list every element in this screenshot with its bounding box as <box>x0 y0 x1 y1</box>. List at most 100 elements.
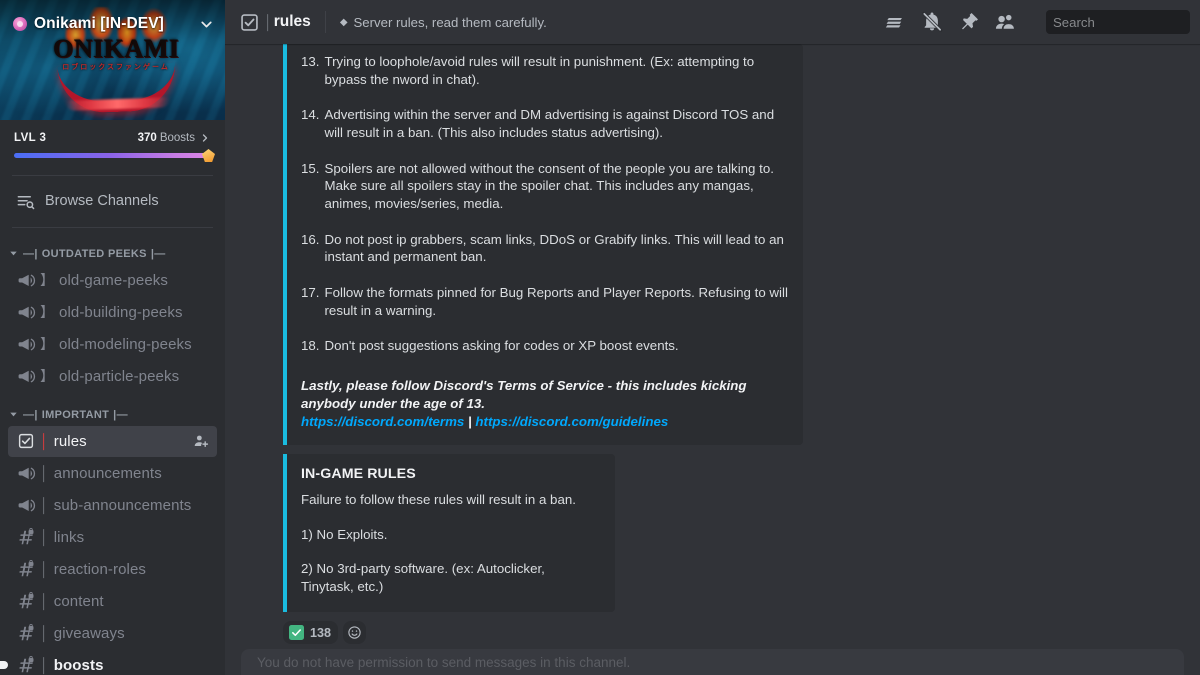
locked-text-channel-icon <box>16 559 36 579</box>
notifications-muted-icon[interactable] <box>921 11 943 33</box>
channel-bracket: │ <box>40 625 49 642</box>
sidebar-channel-old-game-peeks[interactable]: 】 old-game-peeks <box>8 265 217 296</box>
rule-text: Follow the formats pinned for Bug Report… <box>324 285 788 318</box>
topbar-divider <box>324 11 326 33</box>
channel-bracket: │ <box>40 561 49 578</box>
sidebar-channel-announcements[interactable]: │ announcements <box>8 458 217 489</box>
boost-count-label: Boosts <box>159 132 195 144</box>
server-name: Onikami [IN-DEV] <box>34 15 164 32</box>
channel-topic[interactable]: ◆ Server rules, read them carefully. <box>340 15 884 30</box>
search-input[interactable]: Search <box>1046 10 1190 34</box>
topic-diamond-icon: ◆ <box>339 16 348 28</box>
message: 13. Trying to loophole/avoid rules will … <box>225 44 1200 613</box>
rule-number: 15. <box>301 160 320 176</box>
rule-number: 13. <box>301 54 320 69</box>
topbar-channel-bracket: │ <box>264 14 273 30</box>
embed-description: 13. Trying to loophole/avoid rules will … <box>301 53 791 431</box>
threads-icon[interactable] <box>884 11 906 33</box>
embed-server-rules: 13. Trying to loophole/avoid rules will … <box>283 44 803 445</box>
discord-guidelines-link[interactable]: https://discord.com/guidelines <box>475 414 668 429</box>
rules-channel-icon <box>16 431 36 451</box>
channel-name: reaction-roles <box>53 560 147 578</box>
channel-bracket: 】 <box>40 368 54 385</box>
white-check-mark-emoji-icon <box>289 625 304 641</box>
rule-number: 14. <box>301 107 320 123</box>
channel-bracket: │ <box>40 497 49 514</box>
server-banner: ONIKAMI ロブロックスファンゲーム Onikami [IN-DEV] <box>0 0 225 120</box>
channel-bracket: │ <box>40 433 49 450</box>
messages-container: 13. Trying to loophole/avoid rules will … <box>225 44 1200 645</box>
sidebar-channel-sub-announcements[interactable]: │ sub-announcements <box>8 490 217 521</box>
channel-bracket: │ <box>40 593 49 610</box>
chevron-right-icon <box>199 132 211 144</box>
channel-name: giveaways <box>53 624 125 642</box>
sidebar-channel-links[interactable]: │ links <box>8 522 217 553</box>
pinned-messages-icon[interactable] <box>958 11 980 33</box>
rule-number: 17. <box>301 285 320 301</box>
boost-count-group: 370 Boosts <box>138 132 211 144</box>
discord-terms-link[interactable]: https://discord.com/terms <box>301 414 464 429</box>
channel-name: old-game-peeks <box>59 271 168 289</box>
channel-name: rules <box>53 432 87 450</box>
locked-text-channel-icon <box>16 591 36 611</box>
category-header-outdated-peeks[interactable]: —| OUTDATED PEEKS |— <box>0 232 225 264</box>
channel-name: old-modeling-peeks <box>59 335 192 353</box>
sidebar-channel-old-building-peeks[interactable]: 】 old-building-peeks <box>8 297 217 328</box>
sidebar-channel-old-particle-peeks[interactable]: 】 old-particle-peeks <box>8 361 217 392</box>
category-name: OUTDATED PEEKS <box>41 247 147 260</box>
category-header-important[interactable]: —| IMPORTANT |— <box>0 393 225 425</box>
channel-name: content <box>53 592 104 610</box>
sidebar-channel-boosts[interactable]: │ boosts <box>8 650 217 675</box>
server-header-dropdown[interactable]: Onikami [IN-DEV] <box>0 0 225 48</box>
boost-count: 370 <box>137 132 157 144</box>
sidebar-divider-top <box>12 175 213 176</box>
announcement-channel-icon <box>16 270 36 290</box>
sidebar-channel-giveaways[interactable]: │ giveaways <box>8 618 217 649</box>
sidebar-channel-reaction-roles[interactable]: │ reaction-roles <box>8 554 217 585</box>
boost-level-label: LVL 3 <box>14 132 47 144</box>
rule-text: Don't post suggestions asking for codes … <box>324 338 679 354</box>
search-placeholder: Search <box>1053 14 1095 30</box>
chevron-down-icon <box>8 248 19 259</box>
topbar-channel-name: rules <box>273 13 311 30</box>
channel-bracket: 】 <box>40 272 54 289</box>
server-boost-panel[interactable]: LVL 3 370 Boosts <box>0 120 225 166</box>
category-suffix: |— <box>150 247 166 260</box>
boost-progress-fill <box>14 153 211 158</box>
browse-channels-button[interactable]: Browse Channels <box>8 186 217 217</box>
category-name: IMPORTANT <box>41 408 110 421</box>
sidebar-channel-content[interactable]: │ content <box>8 586 217 617</box>
member-list-icon[interactable] <box>995 11 1017 33</box>
boost-gem-icon <box>202 149 215 162</box>
verified-server-badge-icon <box>13 17 27 31</box>
channel-bracket: │ <box>40 465 49 482</box>
chevron-down-icon <box>8 409 19 420</box>
channel-topbar: │ rules ◆ Server rules, read them carefu… <box>225 0 1200 44</box>
reaction-white-check-mark[interactable]: 138 <box>283 621 339 645</box>
main-content: │ rules ◆ Server rules, read them carefu… <box>225 0 1200 675</box>
rule-text: Do not post ip grabbers, scam links, DDo… <box>324 231 784 265</box>
topbar-channel-name-group[interactable]: │ rules <box>264 13 311 31</box>
channel-bracket: │ <box>40 657 49 674</box>
channel-name: old-building-peeks <box>59 303 183 321</box>
sidebar-channel-old-modeling-peeks[interactable]: 】 old-modeling-peeks <box>8 329 217 360</box>
disabled-compose-box: You do not have permission to send messa… <box>241 649 1184 675</box>
embed-in-game-rules: IN-GAME RULES Failure to follow these ru… <box>283 453 615 613</box>
rules-closing-statement: Lastly, please follow Discord's Terms of… <box>301 378 747 411</box>
announcement-channel-icon <box>16 495 36 515</box>
announcement-channel-icon <box>16 302 36 322</box>
rule-item: 13. Trying to loophole/avoid rules will … <box>301 53 791 88</box>
category-prefix: —| <box>23 247 38 260</box>
invite-member-icon[interactable] <box>193 433 209 449</box>
sidebar-channel-rules[interactable]: │ rules <box>8 425 217 457</box>
locked-text-channel-icon <box>16 527 36 547</box>
browse-channels-icon <box>16 192 35 211</box>
channel-name: old-particle-peeks <box>59 367 180 385</box>
chevron-down-icon <box>198 16 215 33</box>
channel-bracket: 】 <box>40 304 54 321</box>
channel-bracket: 】 <box>40 336 54 353</box>
message-compose-area: You do not have permission to send messa… <box>225 645 1200 675</box>
browse-channels-label: Browse Channels <box>45 193 159 210</box>
reaction-count: 138 <box>310 625 332 640</box>
add-reaction-icon[interactable] <box>343 621 367 645</box>
